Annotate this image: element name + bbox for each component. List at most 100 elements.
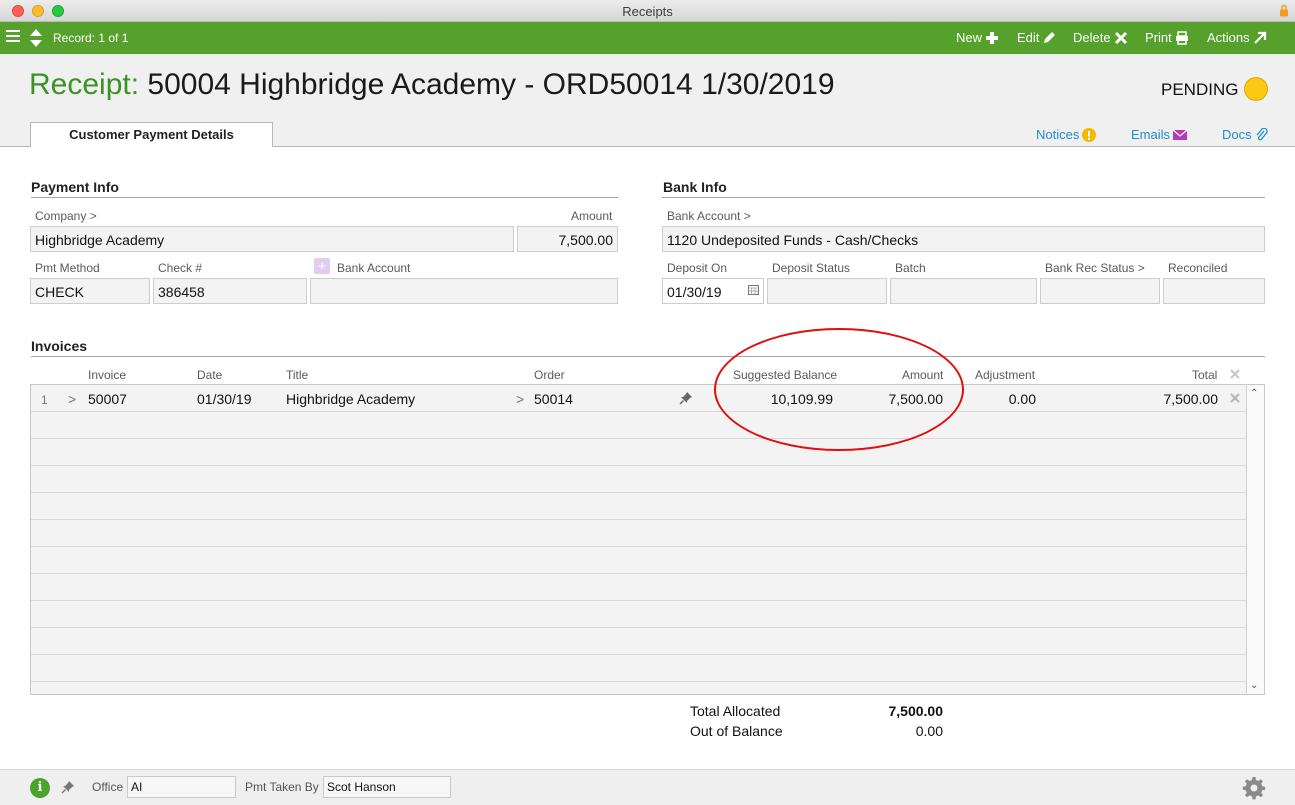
status-text: PENDING bbox=[1161, 80, 1239, 99]
out-of-balance-label: Out of Balance bbox=[690, 723, 783, 739]
col-title[interactable]: Title bbox=[286, 368, 308, 382]
col-order[interactable]: Order bbox=[534, 368, 565, 382]
table-row-empty[interactable] bbox=[31, 655, 1247, 682]
pmt-method-field[interactable]: CHECK bbox=[30, 278, 150, 304]
cell-title[interactable]: Highbridge Academy bbox=[286, 391, 415, 407]
new-button-label: New bbox=[956, 30, 983, 45]
bank-rec-status-label[interactable]: Bank Rec Status > bbox=[1045, 261, 1145, 275]
bank-info-heading: Bank Info bbox=[663, 179, 727, 195]
invoices-heading: Invoices bbox=[31, 338, 88, 354]
print-button[interactable]: Print bbox=[1145, 30, 1189, 45]
company-label[interactable]: Company > bbox=[35, 209, 97, 223]
scroll-down-icon[interactable]: ⌄ bbox=[1250, 681, 1260, 691]
print-button-label: Print bbox=[1145, 30, 1172, 45]
table-row-empty[interactable] bbox=[31, 439, 1247, 466]
payment-info-heading: Payment Info bbox=[31, 179, 119, 195]
table-row-empty[interactable] bbox=[31, 547, 1247, 574]
pmt-taken-by-field[interactable]: Scot Hanson bbox=[323, 776, 451, 798]
office-label: Office bbox=[92, 780, 124, 794]
bank-account-gl-field[interactable]: 1120 Undeposited Funds - Cash/Checks bbox=[662, 226, 1265, 252]
col-total[interactable]: Total bbox=[1192, 368, 1217, 382]
new-button[interactable]: New bbox=[956, 30, 999, 45]
cell-order[interactable]: 50014 bbox=[534, 391, 573, 407]
out-of-balance-value: 0.00 bbox=[915, 723, 943, 739]
office-field[interactable]: AI bbox=[127, 776, 236, 798]
page-title-label: Receipt: bbox=[29, 68, 140, 101]
check-number-field[interactable]: 386458 bbox=[153, 278, 307, 304]
docs-link-label: Docs bbox=[1222, 127, 1252, 142]
delete-row-icon[interactable] bbox=[1229, 392, 1241, 404]
amount-label: Amount bbox=[571, 209, 613, 223]
notices-link[interactable]: Notices bbox=[1036, 127, 1097, 142]
reconciled-label: Reconciled bbox=[1168, 261, 1228, 275]
batch-field[interactable] bbox=[890, 278, 1037, 304]
footer-pushpin-icon[interactable] bbox=[61, 780, 75, 794]
table-row-empty[interactable] bbox=[31, 520, 1247, 547]
toolbar: Record: 1 of 1 New Edit Delete Print Act… bbox=[0, 22, 1295, 54]
notices-link-label: Notices bbox=[1036, 127, 1080, 142]
edit-button[interactable]: Edit bbox=[1017, 30, 1056, 45]
delete-x-icon bbox=[1114, 31, 1127, 44]
highlight-annotation bbox=[714, 328, 964, 451]
col-adjustment[interactable]: Adjustment bbox=[975, 368, 1035, 382]
bank-account-gl-label[interactable]: Bank Account > bbox=[667, 209, 751, 223]
cell-date[interactable]: 01/30/19 bbox=[197, 391, 252, 407]
table-row-empty[interactable] bbox=[31, 601, 1247, 628]
table-row-empty[interactable] bbox=[31, 493, 1247, 520]
actions-button-label: Actions bbox=[1207, 30, 1250, 45]
clear-all-rows-icon[interactable] bbox=[1229, 368, 1241, 380]
edit-button-label: Edit bbox=[1017, 30, 1040, 45]
window-titlebar: Receipts bbox=[0, 0, 1295, 22]
window-title: Receipts bbox=[622, 4, 673, 19]
emails-link[interactable]: Emails bbox=[1131, 127, 1188, 142]
add-bank-account-icon[interactable]: + bbox=[314, 258, 330, 274]
record-counter: Record: 1 of 1 bbox=[53, 31, 129, 45]
status-indicator-icon bbox=[1244, 77, 1268, 101]
actions-button[interactable]: Actions bbox=[1207, 30, 1267, 45]
table-row-empty[interactable] bbox=[31, 628, 1247, 655]
amount-field[interactable]: 7,500.00 bbox=[517, 226, 618, 252]
tab-customer-payment-details[interactable]: Customer Payment Details bbox=[30, 122, 273, 147]
scroll-up-icon[interactable]: ⌃ bbox=[1250, 389, 1260, 399]
page-title-text: 50004 Highbridge Academy - ORD50014 1/30… bbox=[147, 68, 835, 101]
table-row-empty[interactable] bbox=[31, 412, 1247, 439]
table-row-empty[interactable] bbox=[31, 466, 1247, 493]
printer-icon bbox=[1175, 30, 1188, 45]
bank-account-field[interactable] bbox=[310, 278, 618, 304]
order-link-chevron-icon[interactable]: > bbox=[516, 391, 524, 407]
record-navigate-icon[interactable] bbox=[29, 28, 43, 48]
info-icon[interactable]: i bbox=[30, 778, 50, 798]
batch-label: Batch bbox=[895, 261, 926, 275]
reconciled-field[interactable] bbox=[1163, 278, 1265, 304]
plus-icon bbox=[986, 31, 999, 44]
col-invoice[interactable]: Invoice bbox=[88, 368, 126, 382]
bank-rec-status-field[interactable] bbox=[1040, 278, 1160, 304]
calendar-icon[interactable] bbox=[748, 285, 759, 295]
gear-icon[interactable] bbox=[1242, 776, 1266, 800]
delete-button-label: Delete bbox=[1073, 30, 1111, 45]
deposit-status-field[interactable] bbox=[767, 278, 887, 304]
invoices-table: ⌃ ⌄ bbox=[30, 384, 1265, 695]
invoice-link-chevron-icon[interactable]: > bbox=[68, 391, 76, 407]
col-date[interactable]: Date bbox=[197, 368, 222, 382]
table-scrollbar[interactable]: ⌃ ⌄ bbox=[1246, 385, 1264, 694]
table-row-empty[interactable] bbox=[31, 574, 1247, 601]
menu-icon[interactable] bbox=[6, 30, 20, 44]
arrow-out-icon bbox=[1253, 31, 1266, 44]
pmt-taken-by-label: Pmt Taken By bbox=[245, 780, 319, 794]
lock-icon bbox=[1280, 4, 1288, 17]
cell-total: 7,500.00 bbox=[1163, 391, 1219, 407]
deposit-status-label: Deposit Status bbox=[772, 261, 851, 275]
pmt-method-label: Pmt Method bbox=[35, 261, 100, 275]
deposit-on-label: Deposit On bbox=[667, 261, 728, 275]
cell-invoice[interactable]: 50007 bbox=[88, 391, 127, 407]
company-field[interactable]: Highbridge Academy bbox=[30, 226, 514, 252]
page-title: Receipt: 50004 Highbridge Academy - ORD5… bbox=[29, 68, 835, 102]
docs-link[interactable]: Docs bbox=[1222, 127, 1269, 142]
bank-info-rule bbox=[662, 197, 1265, 198]
pushpin-icon[interactable] bbox=[679, 391, 693, 405]
delete-button[interactable]: Delete bbox=[1073, 30, 1128, 45]
total-allocated-label: Total Allocated bbox=[690, 703, 781, 719]
invoices-rule bbox=[31, 356, 1265, 357]
payment-info-rule bbox=[31, 197, 618, 198]
